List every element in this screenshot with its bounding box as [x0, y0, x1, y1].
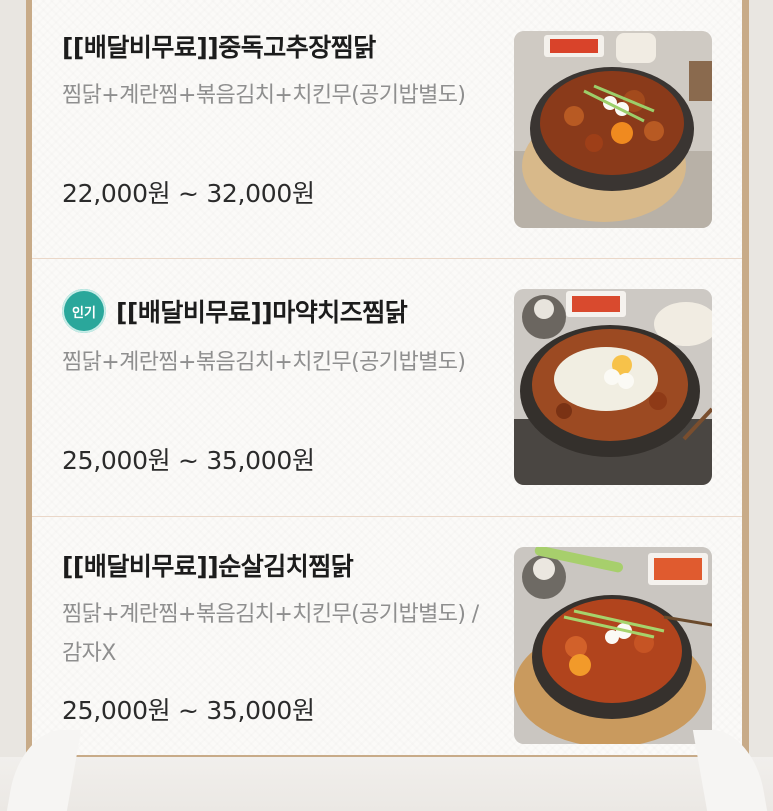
menu-item[interactable]: [[배달비무료]]중독고추장찜닭 찜닭+계란찜+볶음김치+치킨무(공기밥별도) …: [32, 0, 742, 258]
menu-item-title-row: [[배달비무료]]중독고추장찜닭: [62, 28, 376, 64]
cheese-braised-chicken-image[interactable]: [514, 289, 712, 485]
menu-item-price: 25,000원 ~ 35,000원: [62, 696, 315, 725]
paper-curl-right: [692, 730, 768, 811]
menu-item-title-row: 인기 [[배달비무료]]마약치즈찜닭: [62, 289, 408, 333]
menu-item-price: 22,000원 ~ 32,000원: [62, 179, 315, 208]
menu-item[interactable]: [[배달비무료]]순살김치찜닭 찜닭+계란찜+볶음김치+치킨무(공기밥별도) /…: [32, 516, 742, 756]
spicy-braised-chicken-image[interactable]: [514, 31, 712, 228]
menu-item-description: 찜닭+계란찜+볶음김치+치킨무(공기밥별도): [62, 83, 466, 108]
popular-badge: 인기: [62, 289, 106, 333]
menu-item-description: 찜닭+계란찜+볶음김치+치킨무(공기밥별도): [62, 350, 466, 375]
kimchi-braised-chicken-image[interactable]: [514, 547, 712, 744]
menu-item-price: 25,000원 ~ 35,000원: [62, 446, 315, 475]
bottom-paper-edge: [0, 757, 773, 811]
menu-item[interactable]: 인기 [[배달비무료]]마약치즈찜닭 찜닭+계란찜+볶음김치+치킨무(공기밥별도…: [32, 258, 742, 516]
menu-item-title: [[배달비무료]]순살김치찜닭: [62, 552, 354, 581]
menu-item-title: [[배달비무료]]마약치즈찜닭: [116, 298, 408, 327]
menu-item-description: 찜닭+계란찜+볶음김치+치킨무(공기밥별도) / 감자X: [62, 602, 479, 666]
menu-item-title-row: [[배달비무료]]순살김치찜닭: [62, 547, 354, 583]
menu-item-title: [[배달비무료]]중독고추장찜닭: [62, 33, 376, 62]
